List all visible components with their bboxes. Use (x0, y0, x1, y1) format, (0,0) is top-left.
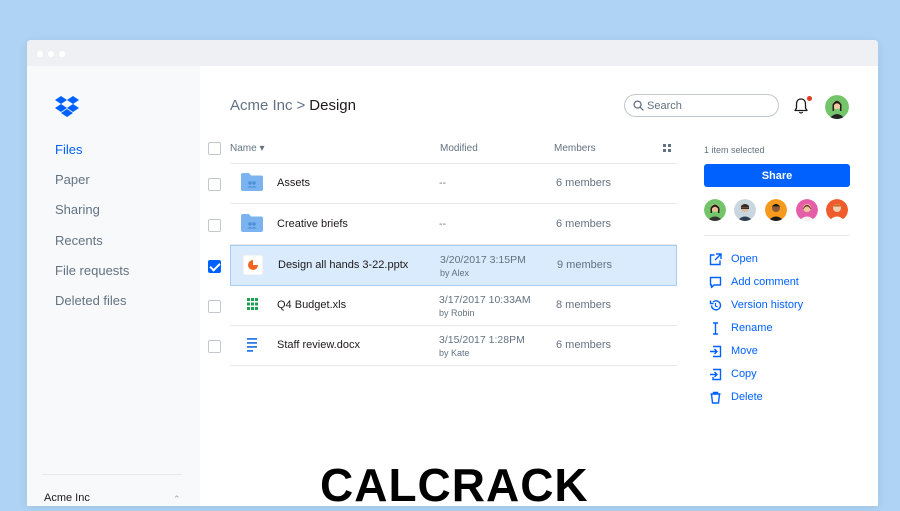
window-dot-icon[interactable] (48, 51, 54, 57)
member-avatar[interactable] (796, 199, 818, 221)
chevron-up-icon[interactable]: ⌃ (173, 494, 181, 505)
sidebar-divider (43, 474, 181, 475)
action-label: Delete (731, 391, 763, 403)
file-modified-by: by Robin (439, 308, 475, 318)
member-avatar[interactable] (734, 199, 756, 221)
share-button[interactable]: Share (704, 164, 850, 187)
file-modified-by: by Alex (440, 268, 470, 278)
file-name[interactable]: Assets (277, 177, 310, 189)
open-external-icon (709, 253, 722, 266)
sort-caret-icon: ▾ (259, 143, 265, 154)
action-label: Add comment (731, 276, 799, 288)
file-members: 6 members (556, 177, 612, 189)
spreadsheet-file-icon (247, 298, 258, 310)
sidebar-item-deleted-files[interactable]: Deleted files (55, 293, 127, 308)
member-avatar[interactable] (826, 199, 848, 221)
action-label: Open (731, 253, 758, 265)
select-all-checkbox[interactable] (208, 142, 221, 155)
folder-icon (241, 214, 263, 232)
table-row[interactable]: Creative briefs -- 6 members (230, 205, 677, 245)
file-name[interactable]: Q4 Budget.xls (277, 299, 346, 311)
column-header-members[interactable]: Members (554, 143, 596, 154)
column-header-modified[interactable]: Modified (440, 143, 478, 154)
action-add-comment[interactable]: Add comment (709, 275, 850, 291)
pptx-file-icon (242, 255, 264, 275)
document-file-icon (247, 338, 257, 352)
breadcrumb-parent[interactable]: Acme Inc (230, 97, 293, 114)
file-modified: 3/20/2017 3:15PM (440, 254, 526, 266)
search-input[interactable] (647, 98, 767, 113)
file-members: 9 members (557, 259, 613, 271)
history-icon (709, 300, 722, 311)
search-icon (633, 100, 644, 111)
file-modified-by: by Kate (439, 348, 470, 358)
file-modified: 3/17/2017 10:33AM (439, 294, 531, 306)
file-name[interactable]: Design all hands 3-22.pptx (278, 259, 408, 271)
action-label: Copy (731, 368, 757, 380)
grid-view-icon[interactable] (663, 144, 671, 152)
trash-icon (710, 391, 721, 404)
column-header-name[interactable]: Name ▾ (230, 143, 265, 154)
search-box[interactable] (624, 94, 779, 117)
breadcrumb: Acme Inc > Design (230, 97, 356, 114)
row-checkbox[interactable] (208, 260, 221, 273)
file-members: 8 members (556, 299, 612, 311)
action-version-history[interactable]: Version history (709, 298, 850, 314)
file-modified: 3/15/2017 1:28PM (439, 334, 525, 346)
sidebar-item-sharing[interactable]: Sharing (55, 202, 100, 217)
file-members: 6 members (556, 339, 612, 351)
breadcrumb-current: Design (309, 97, 356, 114)
comment-icon (709, 276, 722, 289)
member-avatar[interactable] (765, 199, 787, 221)
window-dot-icon[interactable] (37, 51, 43, 57)
action-label: Rename (731, 322, 773, 334)
notification-dot (807, 96, 812, 101)
action-label: Move (731, 345, 758, 357)
action-open[interactable]: Open (709, 252, 850, 268)
sidebar-item-paper[interactable]: Paper (55, 172, 90, 187)
row-checkbox[interactable] (208, 300, 221, 313)
copy-icon (710, 368, 722, 381)
action-move[interactable]: Move (709, 344, 850, 360)
table-row[interactable]: Staff review.docx 3/15/2017 1:28PM by Ka… (230, 326, 677, 366)
sidebar-item-recents[interactable]: Recents (55, 233, 103, 248)
selection-count: 1 item selected (704, 145, 765, 155)
file-name[interactable]: Creative briefs (277, 218, 348, 230)
table-row[interactable]: Q4 Budget.xls 3/17/2017 10:33AM by Robin… (230, 286, 677, 326)
rename-cursor-icon (713, 322, 718, 335)
table-row[interactable]: Assets -- 6 members (230, 164, 677, 204)
sidebar-item-file-requests[interactable]: File requests (55, 263, 129, 278)
app-window: Files Paper Sharing Recents File request… (27, 40, 878, 506)
team-switcher[interactable]: Acme Inc (44, 492, 90, 504)
folder-icon (241, 173, 263, 191)
watermark-text: CALCRACK (320, 459, 589, 511)
member-avatar[interactable] (704, 199, 726, 221)
file-name[interactable]: Staff review.docx (277, 339, 360, 351)
table-row[interactable]: Design all hands 3-22.pptx 3/20/2017 3:1… (230, 245, 677, 286)
action-delete[interactable]: Delete (709, 390, 850, 406)
action-label: Version history (731, 299, 804, 311)
title-bar (27, 40, 878, 66)
row-checkbox[interactable] (208, 219, 221, 232)
sidebar: Files Paper Sharing Recents File request… (27, 66, 200, 506)
panel-divider (704, 235, 850, 236)
move-icon (710, 345, 722, 358)
file-modified: -- (439, 177, 446, 189)
window-dot-icon[interactable] (59, 51, 65, 57)
row-checkbox[interactable] (208, 340, 221, 353)
breadcrumb-separator: > (296, 97, 306, 114)
action-copy[interactable]: Copy (709, 367, 850, 383)
dropbox-logo-icon[interactable] (55, 96, 79, 118)
user-avatar[interactable] (825, 95, 849, 119)
row-checkbox[interactable] (208, 178, 221, 191)
action-rename[interactable]: Rename (709, 321, 850, 337)
file-modified: -- (439, 218, 446, 230)
file-members: 6 members (556, 218, 612, 230)
sidebar-item-files[interactable]: Files (55, 142, 82, 157)
